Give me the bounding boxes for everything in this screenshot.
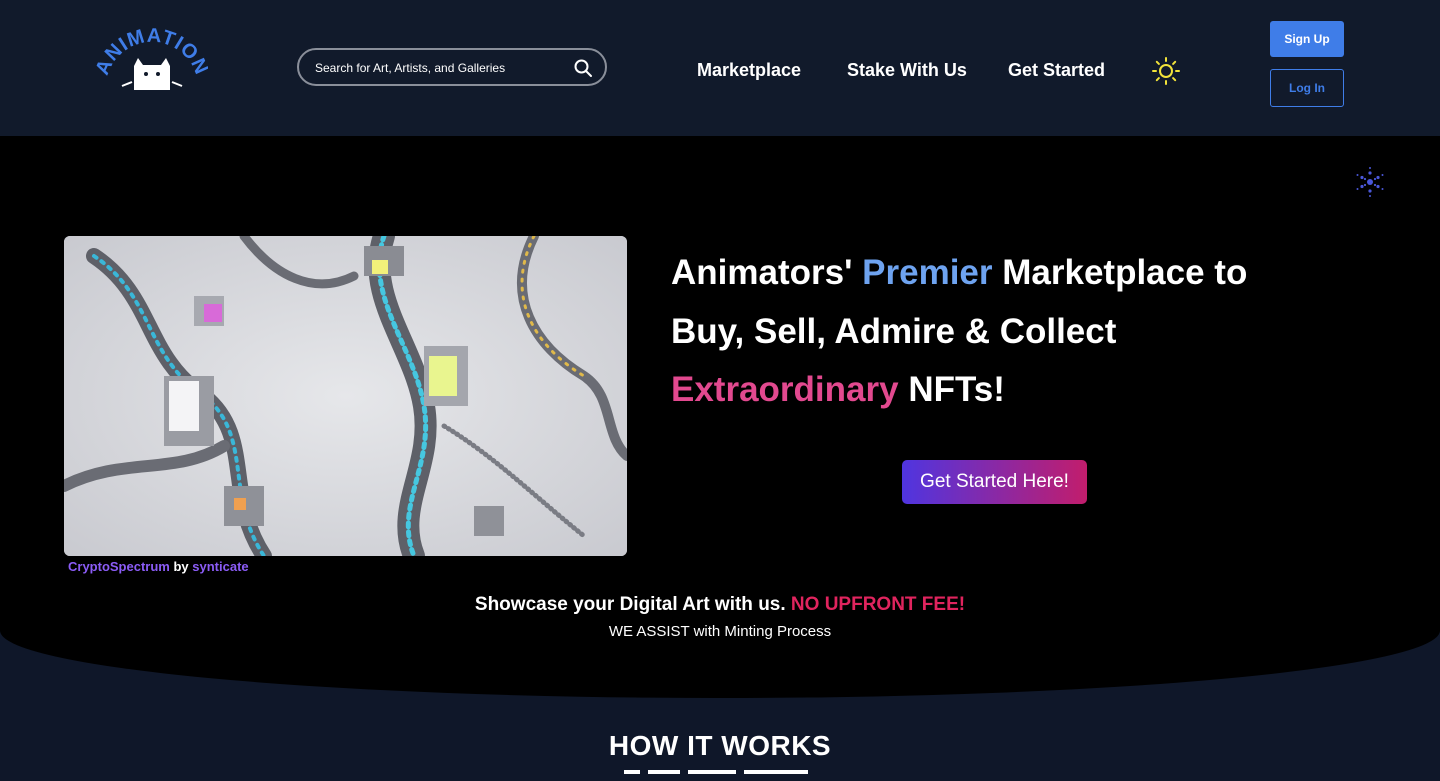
how-it-works-title: HOW IT WORKS xyxy=(608,730,832,761)
showcase-main: Showcase your Digital Art with us. xyxy=(474,594,791,615)
headline-premier: Premier xyxy=(862,253,993,292)
sign-up-button[interactable]: Sign Up xyxy=(1270,21,1344,57)
search-icon[interactable] xyxy=(573,58,593,78)
search-input[interactable] xyxy=(313,50,567,86)
title-underline-segment xyxy=(648,770,680,774)
cardano-icon[interactable] xyxy=(1354,166,1386,198)
showcase-text: Showcase your Digital Art with us. NO UP… xyxy=(0,594,1440,616)
artwork-caption: CryptoSpectrum by synticate xyxy=(68,559,249,574)
featured-artwork-image[interactable] xyxy=(64,236,627,556)
no-upfront-fee: NO UPFRONT FEE! xyxy=(790,594,966,615)
headline-part-1: Animators' xyxy=(671,253,863,292)
hero-headline: Animators' Premier Marketplace to Buy, S… xyxy=(671,244,1291,420)
sun-icon[interactable] xyxy=(1151,56,1181,86)
headline-extraordinary: Extraordinary xyxy=(671,370,899,409)
animation-logo[interactable]: ANIMATION xyxy=(96,28,208,94)
artwork-by-text: by xyxy=(173,559,189,574)
get-started-here-button[interactable]: Get Started Here! xyxy=(902,460,1087,504)
title-underline-segment xyxy=(688,770,736,774)
nav-get-started[interactable]: Get Started xyxy=(1008,60,1105,81)
headline-part-3: NFTs! xyxy=(898,370,1005,409)
assist-text: WE ASSIST with Minting Process xyxy=(608,623,832,640)
nav-stake-with-us[interactable]: Stake With Us xyxy=(847,60,967,81)
artwork-illustration xyxy=(64,236,627,556)
site-header: ANIMATION Marketplace Stake With Us Get … xyxy=(0,0,1440,136)
log-in-button[interactable]: Log In xyxy=(1270,69,1344,107)
title-underline-segment xyxy=(744,770,808,774)
nav-marketplace[interactable]: Marketplace xyxy=(697,60,801,81)
search-bar[interactable] xyxy=(297,48,607,86)
artwork-title-link[interactable]: CryptoSpectrum xyxy=(68,559,170,574)
hero-section: CryptoSpectrum by synticate Animators' P… xyxy=(0,136,1440,698)
title-underline-segment xyxy=(624,770,640,774)
artist-link[interactable]: synticate xyxy=(192,559,248,574)
